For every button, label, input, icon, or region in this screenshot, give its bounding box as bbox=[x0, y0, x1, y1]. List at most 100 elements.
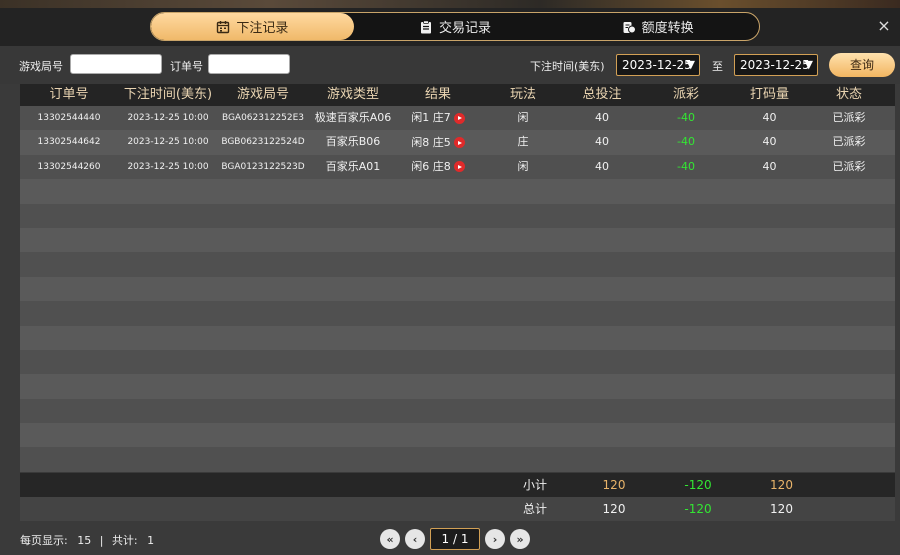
count-value: 1 bbox=[147, 534, 155, 547]
table-row bbox=[20, 276, 895, 302]
tab-transaction-records[interactable]: 交易记录 bbox=[354, 13, 557, 40]
table-row bbox=[20, 398, 895, 424]
cell-result: 闲6 庄8 bbox=[398, 155, 478, 179]
bet-time-label: 下注时间(美东) bbox=[530, 60, 605, 73]
next-page-icon[interactable]: › bbox=[485, 529, 505, 549]
cell-order-number: 13302544260 bbox=[37, 161, 101, 172]
page-indicator[interactable]: 1 / 1 bbox=[430, 528, 480, 550]
date-to-select[interactable]: 2023-12-25 ▼ bbox=[734, 54, 818, 76]
game-round-label: 游戏局号 bbox=[19, 60, 63, 73]
table-row: 13302544260 2023-12-25 10:00 BGA0123122523… bbox=[20, 154, 895, 180]
cell-game-type: 极速百家乐A06 bbox=[314, 111, 392, 124]
date-to-value: 2023-12-25 bbox=[740, 58, 810, 72]
cell-total-bet: 40 bbox=[595, 159, 609, 173]
subtotal-turnover: 120 bbox=[770, 478, 793, 492]
table-row bbox=[20, 203, 895, 228]
cell-order-number: 13302544642 bbox=[37, 137, 101, 148]
column-header-order-number: 订单号 bbox=[49, 87, 89, 102]
table-row: 13302544440 2023-12-25 10:00 BGA062312252E… bbox=[20, 106, 895, 131]
clipboard-icon bbox=[419, 19, 433, 34]
cell-game-type: 百家乐B06 bbox=[325, 135, 381, 149]
cell-payout: -40 bbox=[677, 135, 695, 149]
table-header: 订单号 下注时间(美东) 游戏局号 游戏类型 结果 玩法 总投注 派彩 打码量 状态 bbox=[20, 84, 895, 106]
per-page-label: 每页显示: bbox=[20, 534, 68, 547]
column-header-status: 状态 bbox=[835, 87, 862, 102]
play-replay-icon[interactable] bbox=[453, 161, 465, 173]
cell-total-bet: 40 bbox=[595, 135, 609, 149]
game-round-input[interactable] bbox=[70, 54, 162, 74]
table-row bbox=[20, 325, 895, 350]
order-number-label: 订单号 bbox=[170, 60, 203, 73]
tab-credit-transfer[interactable]: 额度转换 bbox=[556, 13, 759, 40]
cell-order-number: 13302544440 bbox=[37, 113, 101, 123]
cell-turnover: 40 bbox=[762, 135, 777, 149]
cell-play-type: 庄 bbox=[517, 135, 529, 149]
order-number-input[interactable] bbox=[208, 54, 290, 74]
cell-turnover: 40 bbox=[762, 111, 777, 124]
tab-label: 额度转换 bbox=[641, 21, 694, 36]
table-row bbox=[20, 252, 895, 277]
cell-result: 闲8 庄5 bbox=[398, 130, 478, 154]
pagination: « ‹ 1 / 1 › » bbox=[380, 528, 530, 550]
records-window: 下注记录 交易记录 额度转换 × 游戏局号 订单号 下注时间(美东) 2023-… bbox=[0, 8, 900, 555]
cell-game-round: BGA0123122523D bbox=[221, 161, 305, 172]
column-header-payout: 派彩 bbox=[672, 87, 699, 102]
cell-play-type: 闲 bbox=[517, 159, 529, 173]
tab-bet-records[interactable]: 下注记录 bbox=[151, 13, 354, 40]
table-row bbox=[20, 423, 895, 448]
tab-label: 下注记录 bbox=[236, 21, 289, 36]
result-text: 闲8 庄5 bbox=[411, 135, 451, 149]
total-row: 总计 120 -120 120 bbox=[20, 497, 895, 521]
date-from-value: 2023-12-25 bbox=[622, 58, 692, 72]
last-page-icon[interactable]: » bbox=[510, 529, 530, 549]
subtotal-payout: -120 bbox=[684, 478, 712, 492]
cell-bet-time: 2023-12-25 10:00 bbox=[127, 137, 209, 148]
column-header-game-round: 游戏局号 bbox=[236, 87, 289, 102]
query-button[interactable]: 查询 bbox=[829, 53, 895, 77]
window-header: 下注记录 交易记录 额度转换 × bbox=[0, 8, 900, 46]
tab-bar: 下注记录 交易记录 额度转换 bbox=[150, 12, 760, 41]
cell-total-bet: 40 bbox=[595, 111, 609, 124]
subtotal-bet: 120 bbox=[602, 478, 626, 492]
date-from-select[interactable]: 2023-12-25 ▼ bbox=[616, 54, 700, 76]
bet-records-table: 订单号 下注时间(美东) 游戏局号 游戏类型 结果 玩法 总投注 派彩 打码量 状态 133025… bbox=[20, 84, 895, 472]
table-body: 13302544440 2023-12-25 10:00 BGA062312252E… bbox=[20, 106, 895, 472]
cell-game-round: BGA062312252E3 bbox=[221, 113, 305, 123]
cell-result: 闲1 庄7 bbox=[398, 106, 478, 130]
prev-page-icon[interactable]: ‹ bbox=[405, 529, 425, 549]
table-row bbox=[20, 374, 895, 399]
play-replay-icon[interactable] bbox=[453, 137, 465, 149]
cell-status: 已派彩 bbox=[832, 111, 866, 124]
total-bet: 120 bbox=[602, 502, 626, 516]
count-label: 共计: bbox=[111, 534, 138, 547]
cell-payout: -40 bbox=[677, 159, 695, 173]
separator: | bbox=[99, 534, 104, 547]
subtotal-label: 小计 bbox=[522, 478, 547, 492]
column-header-play-type: 玩法 bbox=[509, 87, 536, 102]
dropdown-arrow-icon: ▼ bbox=[686, 58, 695, 71]
total-turnover: 120 bbox=[770, 502, 793, 516]
total-label: 总计 bbox=[522, 502, 547, 516]
footer-bar: 每页显示: 15 | 共计: 1 « ‹ 1 / 1 › » bbox=[0, 523, 900, 555]
cell-bet-time: 2023-12-25 10:00 bbox=[127, 113, 209, 123]
subtotal-row: 小计 120 -120 120 bbox=[20, 473, 895, 497]
dropdown-arrow-icon: ▼ bbox=[804, 58, 813, 71]
total-payout: -120 bbox=[684, 502, 712, 516]
first-page-icon[interactable]: « bbox=[380, 529, 400, 549]
column-header-game-type: 游戏类型 bbox=[326, 87, 379, 102]
per-page-value: 15 bbox=[77, 534, 92, 547]
play-replay-icon[interactable] bbox=[453, 112, 465, 124]
table-row: 13302544642 2023-12-25 10:00 BGB0623122524… bbox=[20, 130, 895, 155]
close-icon[interactable]: × bbox=[876, 18, 892, 34]
cell-play-type: 闲 bbox=[517, 111, 529, 124]
tab-label: 交易记录 bbox=[439, 21, 492, 36]
cell-game-type: 百家乐A01 bbox=[325, 159, 381, 173]
table-row bbox=[20, 179, 895, 204]
calendar-icon bbox=[216, 20, 230, 34]
background-strip bbox=[0, 0, 900, 8]
table-row bbox=[20, 447, 895, 472]
table-row bbox=[20, 349, 895, 375]
cell-bet-time: 2023-12-25 10:00 bbox=[127, 161, 209, 172]
column-header-bet-time: 下注时间(美东) bbox=[123, 87, 213, 102]
result-text: 闲6 庄8 bbox=[411, 159, 451, 173]
